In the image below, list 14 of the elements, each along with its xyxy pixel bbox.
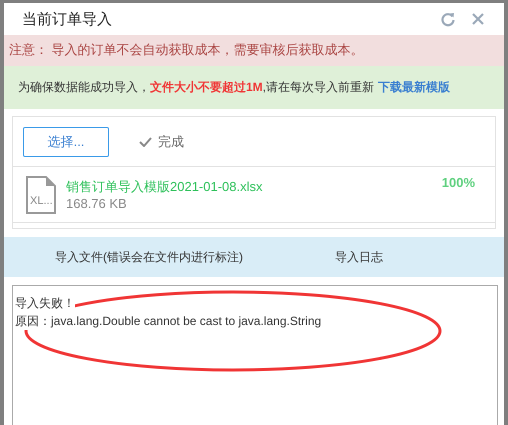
window-title: 当前订单导入 (22, 10, 112, 28)
status-text: 完成 (158, 132, 184, 150)
warning-text: 注意： 导入的订单不会自动获取成本，需要审核后获取成本。 (9, 42, 364, 57)
tab[interactable]: 导入日志 (294, 242, 424, 272)
notice-text: 为确保数据能成功导入，文件大小不要超过1M,请在每次导入前重新 (18, 79, 374, 96)
tab[interactable]: 导入文件(错误会在文件内进行标注) (4, 242, 294, 272)
close-icon[interactable] (472, 13, 484, 25)
file-name: 销售订单导入模版2021-01-08.xlsx (66, 178, 264, 196)
file-size: 168.76 KB (66, 196, 128, 211)
refresh-icon[interactable] (440, 11, 456, 27)
check-icon (139, 136, 152, 146)
upload-percent: 100% (442, 175, 475, 190)
choose-button[interactable]: 选择... (23, 126, 109, 156)
file-icon: XL... (26, 176, 56, 214)
